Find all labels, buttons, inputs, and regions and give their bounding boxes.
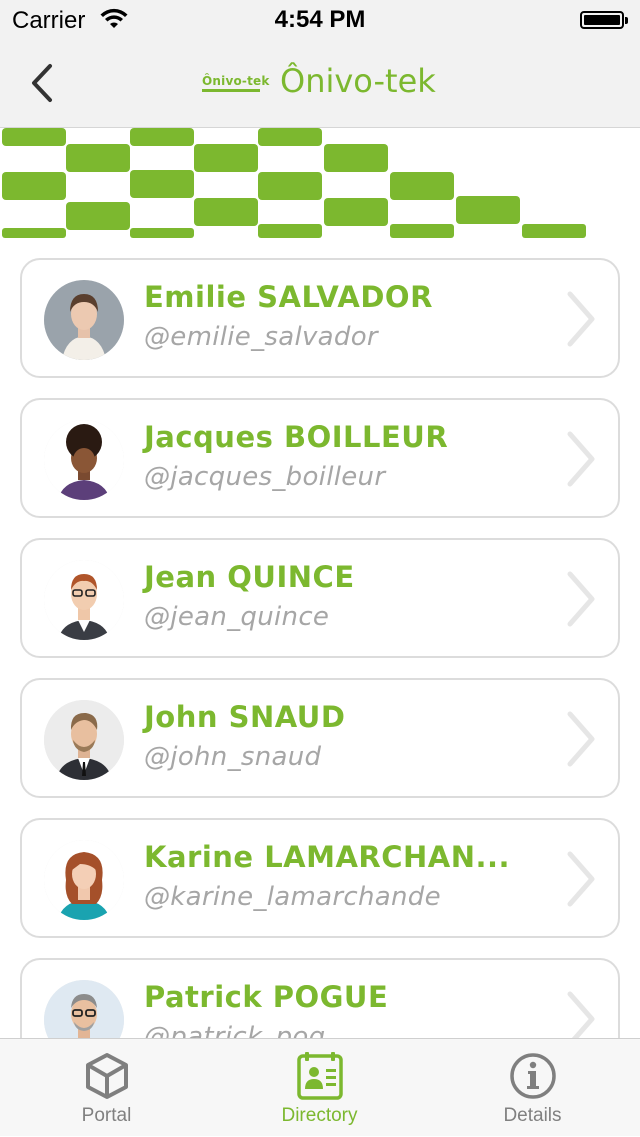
status-time: 4:54 PM [274, 6, 366, 33]
contact-card[interactable]: Patrick POGUE @patrick_pog... [20, 958, 620, 1038]
contact-card[interactable]: Jacques BOILLEUR @jacques_boilleur [20, 398, 620, 518]
brand-logo-text: Ônivo-tek [202, 74, 270, 88]
contact-card[interactable]: John SNAUD @john_snaud [20, 678, 620, 798]
contact-handle: @john_snaud [144, 742, 322, 772]
chevron-right-icon [567, 431, 595, 487]
status-bar: Carrier 4:54 PM [0, 0, 640, 40]
contact-name: Karine LAMARCHAN... [144, 840, 511, 874]
avatar [44, 840, 124, 920]
chevron-right-icon [567, 291, 595, 347]
contact-name: Emilie SALVADOR [144, 280, 433, 314]
tab-directory[interactable]: Directory [213, 1039, 426, 1137]
back-chevron-icon[interactable] [26, 60, 60, 106]
avatar [44, 280, 124, 360]
avatar [44, 560, 124, 640]
tab-label: Directory [281, 1105, 358, 1126]
contact-card[interactable]: Emilie SALVADOR @emilie_salvador [20, 258, 620, 378]
chevron-right-icon [567, 571, 595, 627]
battery-icon [580, 11, 628, 29]
contact-name: John SNAUD [144, 700, 346, 734]
avatar [44, 980, 124, 1038]
contact-card[interactable]: Karine LAMARCHAN... @karine_lamarchande [20, 818, 620, 938]
avatar [44, 420, 124, 500]
navigation-bar: Ônivo-tek Ônivo-tek [0, 40, 640, 128]
contact-handle: @emilie_salvador [144, 322, 378, 352]
contact-handle: @patrick_pog... [144, 1022, 352, 1038]
contact-handle: @jacques_boilleur [144, 462, 386, 492]
contact-name: Jean QUINCE [144, 560, 355, 594]
contact-handle: @jean_quince [144, 602, 330, 632]
contact-handle: @karine_lamarchande [144, 882, 441, 912]
contact-card-icon [296, 1052, 343, 1100]
cube-icon [85, 1053, 128, 1099]
page-title: Ônivo-tek [280, 62, 436, 100]
chevron-right-icon [567, 711, 595, 767]
banner-pattern [2, 128, 586, 238]
tab-bar: Portal Directory Details [0, 1038, 640, 1136]
chevron-right-icon [567, 851, 595, 907]
tab-label: Portal [81, 1105, 132, 1126]
tab-details[interactable]: Details [426, 1039, 639, 1137]
contact-name: Jacques BOILLEUR [144, 420, 449, 454]
tab-label: Details [503, 1105, 562, 1126]
contact-card[interactable]: Jean QUINCE @jean_quince [20, 538, 620, 658]
chevron-right-icon [567, 991, 595, 1038]
contact-list[interactable]: Emilie SALVADOR @emilie_salvador Jacques… [0, 256, 640, 1038]
avatar [44, 700, 124, 780]
info-icon [509, 1053, 556, 1099]
contact-name: Patrick POGUE [144, 980, 389, 1014]
brand-logo: Ônivo-tek [202, 74, 270, 92]
tab-portal[interactable]: Portal [0, 1039, 213, 1137]
